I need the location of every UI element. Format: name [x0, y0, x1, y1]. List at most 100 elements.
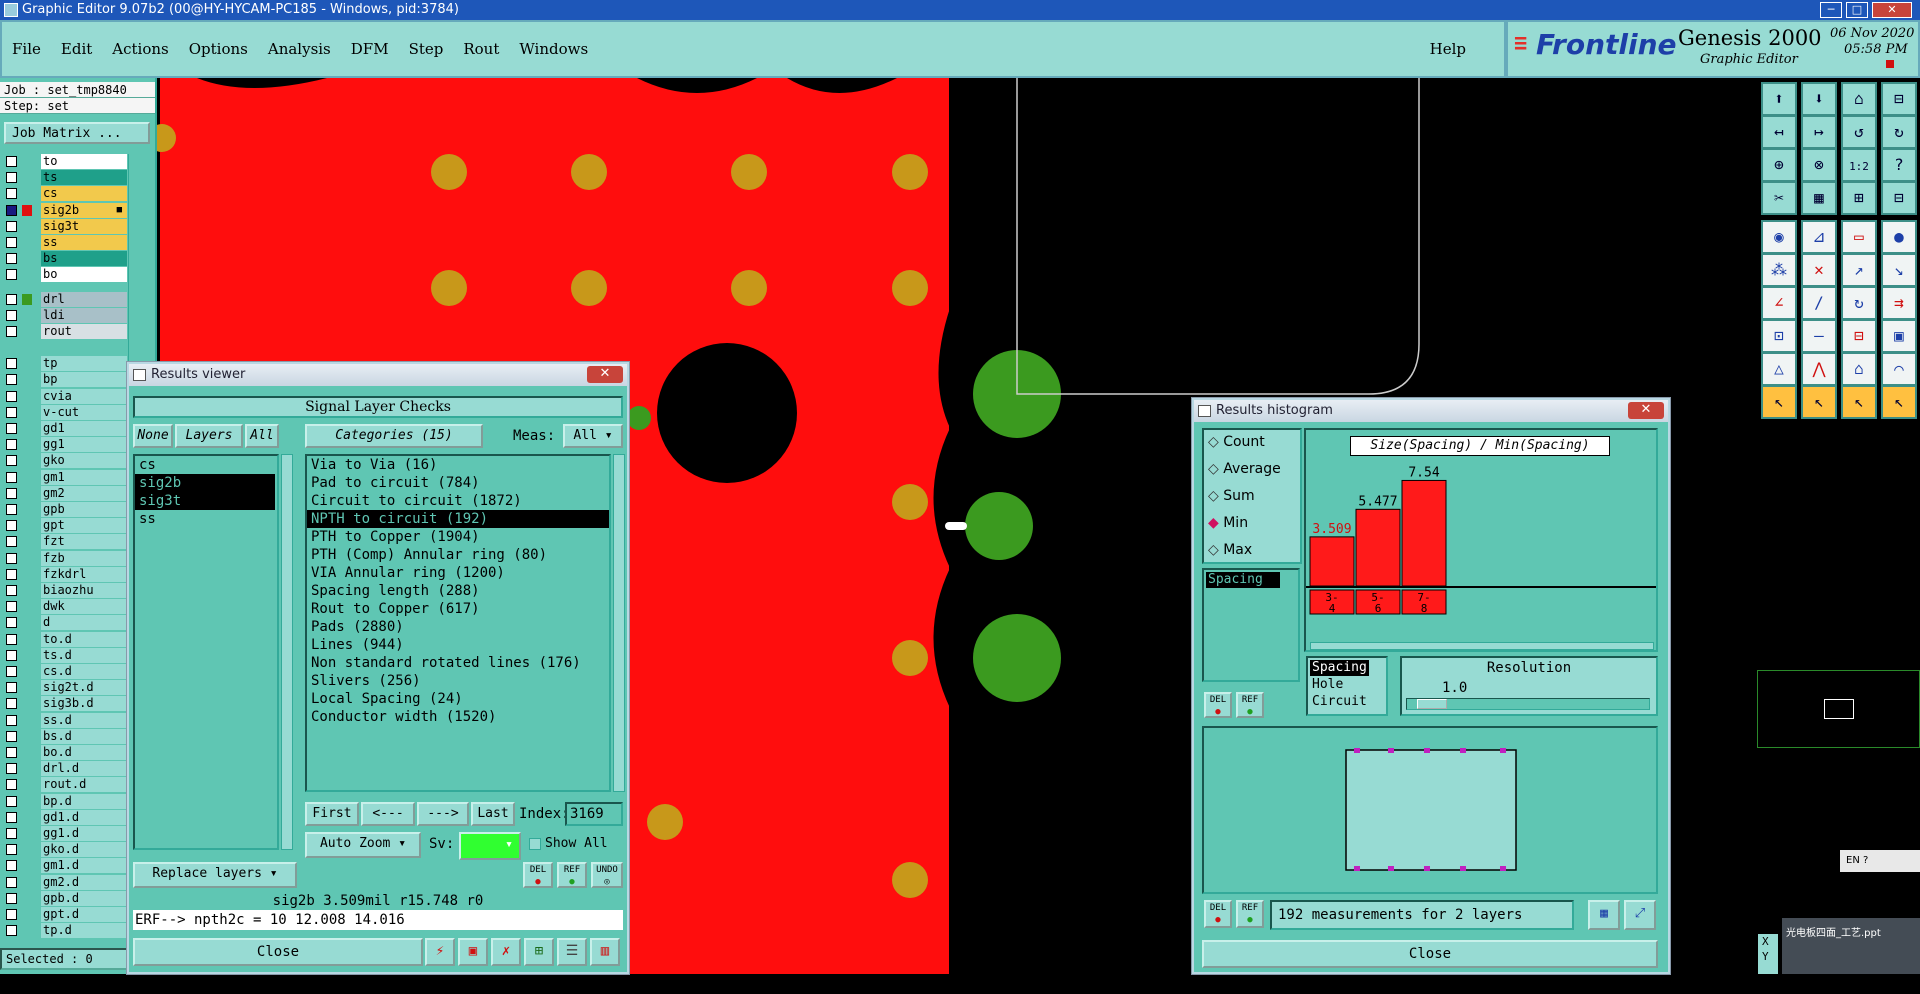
- layer-filter-list[interactable]: cs sig2b sig3t ss: [133, 454, 279, 850]
- layer-checkbox[interactable]: [6, 747, 17, 758]
- layer-b-button[interactable]: ⊟: [1881, 181, 1917, 215]
- category-item[interactable]: Conductor width (1520): [307, 708, 609, 726]
- layer-row-bs[interactable]: bs: [6, 251, 127, 267]
- arc-button[interactable]: ⌒: [1881, 352, 1917, 386]
- category-list[interactable]: Via to Via (16) Pad to circuit (784) Circu…: [305, 454, 611, 792]
- ime-indicator[interactable]: EN ?: [1840, 850, 1920, 872]
- layer-row-ss[interactable]: ss: [6, 235, 127, 250]
- first-button[interactable]: First: [305, 802, 359, 826]
- layer-row-drl[interactable]: drl: [6, 291, 127, 307]
- clear-button[interactable]: ✗: [491, 938, 521, 966]
- menu-step[interactable]: Step: [409, 40, 444, 58]
- category-item[interactable]: NPTH to circuit (192): [307, 510, 609, 528]
- layers-button[interactable]: Layers: [175, 424, 243, 448]
- layer-checkbox[interactable]: [6, 326, 17, 337]
- layer-checkbox[interactable]: [6, 779, 17, 791]
- menu-options[interactable]: Options: [189, 40, 248, 58]
- layer-row-sig3t[interactable]: sig3t: [6, 218, 127, 234]
- layer-row-tp.d[interactable]: tp.d: [6, 923, 127, 939]
- layer-filter-item[interactable]: ss: [135, 510, 275, 528]
- report-button[interactable]: ☰: [557, 938, 587, 966]
- layer-checkbox[interactable]: [6, 374, 17, 386]
- del-button[interactable]: DEL ●: [523, 862, 553, 888]
- histogram-close-button[interactable]: Close: [1202, 940, 1658, 968]
- highlight-button[interactable]: ⚡: [425, 938, 455, 966]
- category-item[interactable]: PTH to Copper (1904): [307, 528, 609, 546]
- layer-row-to[interactable]: to: [6, 154, 127, 169]
- layer-checkbox[interactable]: [6, 844, 17, 856]
- layer-checkbox[interactable]: [6, 682, 17, 694]
- results-viewer-close-icon[interactable]: ✕: [587, 366, 623, 383]
- next-button[interactable]: --->: [417, 802, 469, 826]
- histogram-bar[interactable]: [1401, 479, 1447, 587]
- layer-checkbox[interactable]: [6, 204, 17, 216]
- redo-view-button[interactable]: ↻: [1881, 115, 1917, 149]
- ruler-button[interactable]: ▭: [1841, 220, 1877, 254]
- layer-row-gpb.d[interactable]: gpb.d: [6, 890, 127, 906]
- layer-row-ts.d[interactable]: ts.d: [6, 647, 127, 663]
- agg-option-average[interactable]: ◇ Average: [1208, 461, 1281, 477]
- menu-analysis[interactable]: Analysis: [268, 40, 331, 58]
- layer-row-gpt[interactable]: gpt: [6, 518, 127, 534]
- category-item[interactable]: Pads (2880): [307, 618, 609, 636]
- layer-checkbox[interactable]: [6, 253, 17, 265]
- category-item[interactable]: Pad to circuit (784): [307, 474, 609, 492]
- category-item[interactable]: VIA Annular ring (1200): [307, 564, 609, 582]
- preview-del-button[interactable]: DEL ●: [1204, 900, 1232, 928]
- zoom-fit-button[interactable]: ⊕: [1761, 148, 1797, 182]
- layer-row-bp.d[interactable]: bp.d: [6, 793, 127, 809]
- measure-list[interactable]: Spacing: [1202, 568, 1300, 682]
- type-item[interactable]: Spacing: [1310, 660, 1369, 676]
- layer-row-ss.d[interactable]: ss.d: [6, 712, 127, 728]
- results-viewer-close-button[interactable]: Close: [133, 938, 423, 966]
- line-up-button[interactable]: ↗: [1841, 253, 1877, 287]
- minimize-button[interactable]: ─: [1820, 2, 1842, 18]
- category-item[interactable]: Rout to Copper (617): [307, 600, 609, 618]
- frame-button[interactable]: ⊟: [1841, 319, 1877, 353]
- layer-checkbox[interactable]: [6, 455, 17, 467]
- agg-option-count[interactable]: ◇ Count: [1208, 434, 1265, 450]
- layer-checkbox[interactable]: [6, 585, 17, 596]
- layer-checkbox[interactable]: [6, 568, 17, 580]
- layer-row-bs.d[interactable]: bs.d: [6, 728, 127, 744]
- layer-checkbox[interactable]: [6, 406, 17, 418]
- board-preview[interactable]: [1204, 728, 1656, 892]
- category-item[interactable]: Circuit to circuit (1872): [307, 492, 609, 510]
- layer-checkbox[interactable]: [6, 172, 17, 184]
- layer-checkbox[interactable]: [6, 309, 17, 321]
- layer-checkbox[interactable]: [6, 423, 17, 434]
- dash-button[interactable]: —: [1801, 319, 1837, 353]
- layer-row-fzt[interactable]: fzt: [6, 534, 127, 550]
- layer-checkbox[interactable]: [6, 156, 17, 167]
- taskbar-hint[interactable]: 光电板四面_工艺.ppt: [1782, 918, 1920, 974]
- layer-checkbox[interactable]: [6, 633, 17, 645]
- select-1-button[interactable]: ↖: [1761, 385, 1797, 419]
- layer-row-bp[interactable]: bp: [6, 372, 127, 388]
- zoom-home-button[interactable]: ⊗: [1801, 148, 1837, 182]
- window-button[interactable]: ⊟: [1881, 82, 1917, 116]
- arch-button[interactable]: ⌂: [1841, 352, 1877, 386]
- histogram-close-icon[interactable]: ✕: [1628, 402, 1664, 419]
- zoom-half-button[interactable]: 1:2: [1841, 148, 1877, 182]
- layer-checkbox[interactable]: [6, 471, 17, 483]
- layer-row-v-cut[interactable]: v-cut: [6, 404, 127, 420]
- none-button[interactable]: None: [133, 424, 173, 448]
- category-item[interactable]: Non standard rotated lines (176): [307, 654, 609, 672]
- layer-checkbox[interactable]: [6, 293, 17, 305]
- resolution-slider-thumb[interactable]: [1417, 699, 1447, 709]
- layer-checkbox[interactable]: [6, 617, 17, 629]
- undo-button[interactable]: UNDO ◎: [591, 862, 623, 888]
- histogram-chart[interactable]: 3.5093-45.4775-67.547-8: [1306, 458, 1656, 618]
- auto-zoom-dropdown[interactable]: Auto Zoom ▾: [305, 832, 421, 858]
- layer-row-fzkdrl[interactable]: fzkdrl: [6, 566, 127, 582]
- undo-view-button[interactable]: ↺: [1841, 115, 1877, 149]
- layer-checkbox[interactable]: [6, 892, 17, 904]
- layer-row-fzb[interactable]: fzb: [6, 550, 127, 566]
- layer-checkbox[interactable]: [6, 909, 17, 920]
- last-button[interactable]: Last: [471, 802, 515, 826]
- layer-row-gm2[interactable]: gm2: [6, 485, 127, 501]
- slash-button[interactable]: /: [1801, 286, 1837, 320]
- snip-button[interactable]: ✂: [1761, 181, 1797, 215]
- layer-row-gm2.d[interactable]: gm2.d: [6, 874, 127, 890]
- layer-checkbox[interactable]: [6, 269, 17, 281]
